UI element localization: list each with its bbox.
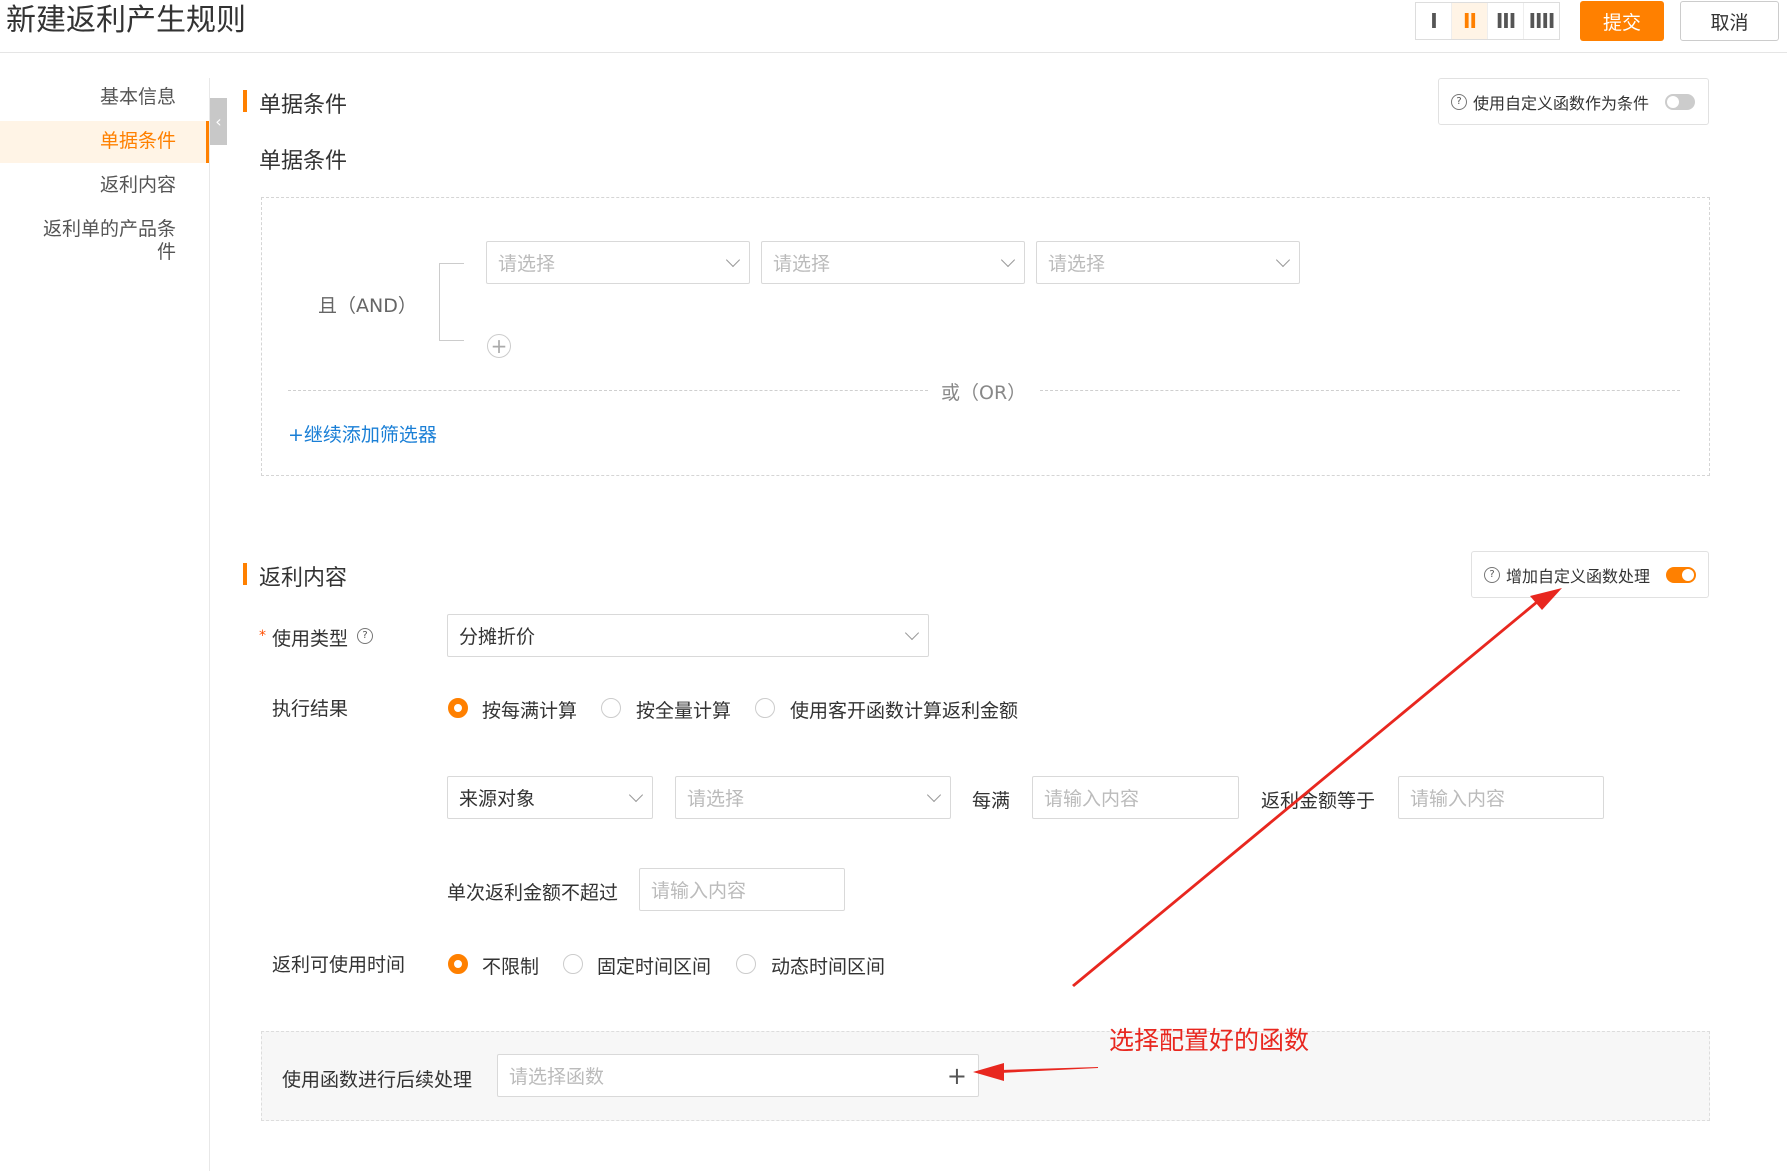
annotation-arrows: [973, 588, 1562, 1081]
annotation-arrow-left: [1000, 1067, 1098, 1073]
annotation-arrow-left-head: [973, 1063, 1004, 1081]
annotation-arrow-up: [1072, 601, 1538, 987]
annotation-arrow-up-head: [1530, 588, 1562, 610]
